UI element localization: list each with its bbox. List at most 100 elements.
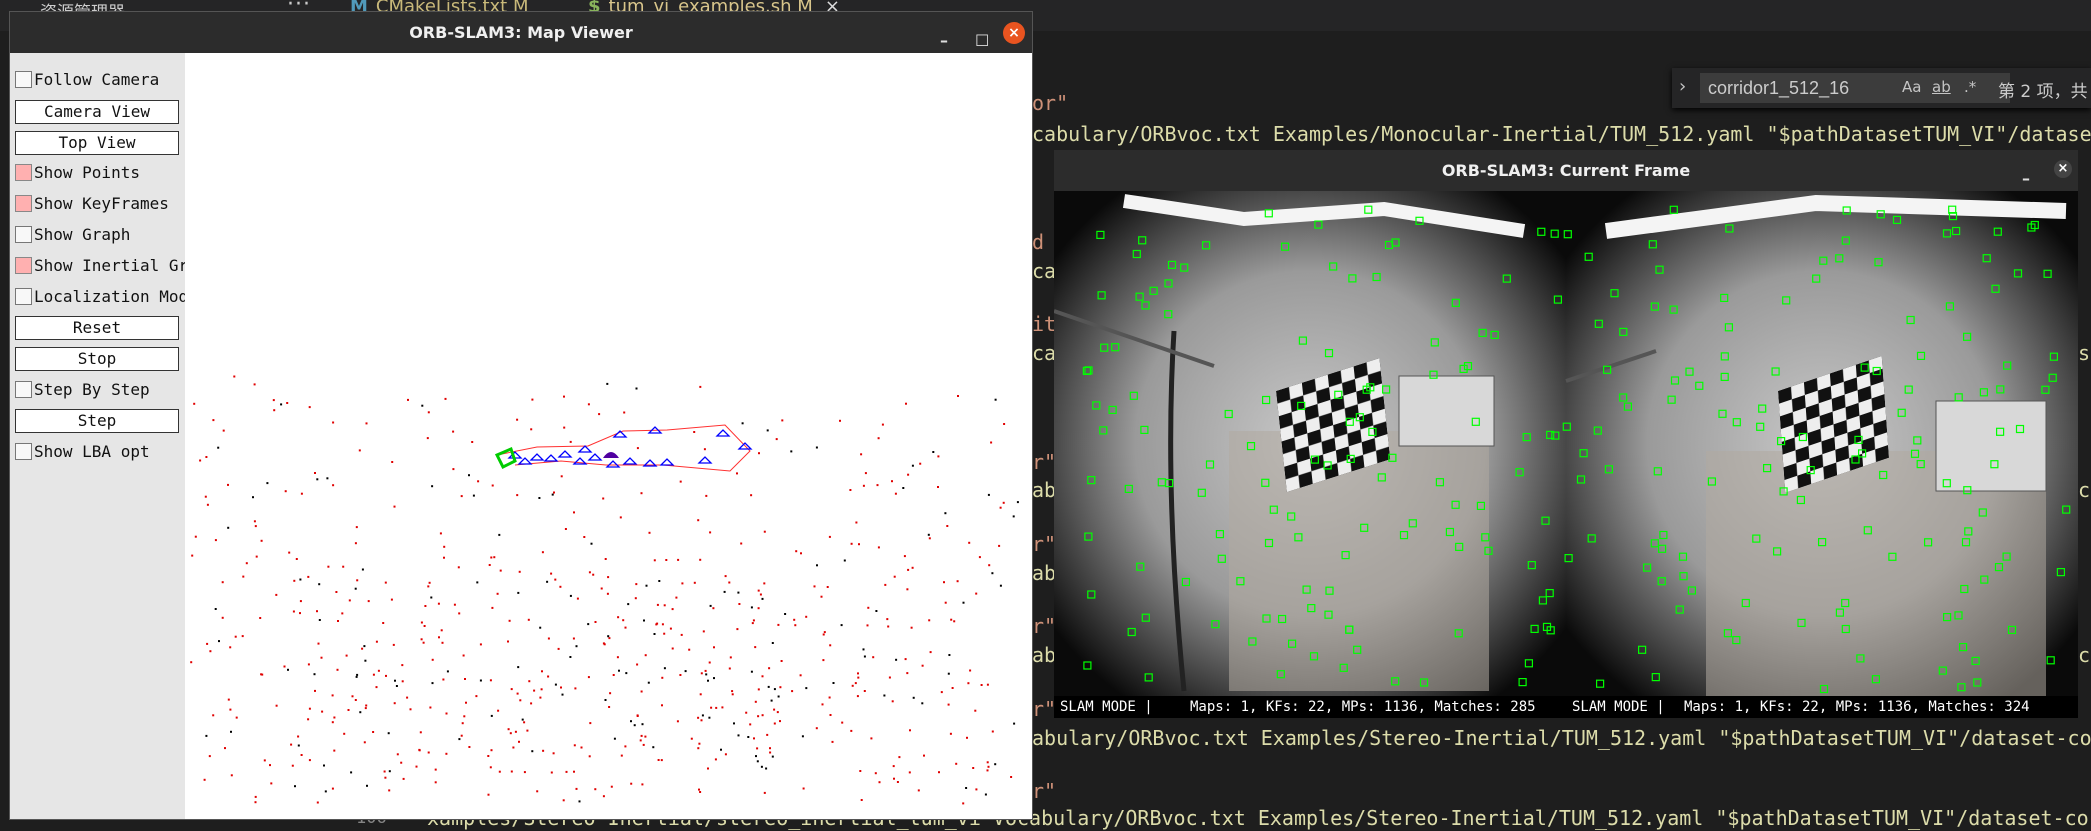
map-3d-view[interactable] xyxy=(185,53,1032,819)
map-point xyxy=(733,722,735,725)
map-point xyxy=(443,556,445,559)
map-point xyxy=(345,654,348,657)
find-widget: › Aa ab .* 第 2 项，共 xyxy=(1672,68,2091,108)
map-point xyxy=(856,695,859,698)
map-point xyxy=(703,448,706,451)
map-point xyxy=(698,788,700,791)
map-point xyxy=(863,655,866,658)
map-point xyxy=(199,459,202,462)
close-icon[interactable]: × xyxy=(1003,22,1025,44)
map-viewer-titlebar[interactable]: ORB-SLAM3: Map Viewer – ☐ × xyxy=(10,12,1032,53)
follow-camera-checkbox[interactable]: Follow Camera xyxy=(15,69,159,91)
map-point xyxy=(864,472,867,475)
map-point xyxy=(390,598,393,601)
map-point xyxy=(295,558,298,560)
map-point xyxy=(342,565,345,568)
map-point xyxy=(978,556,981,559)
close-icon[interactable]: × xyxy=(2054,160,2072,178)
map-point xyxy=(468,474,470,477)
map-point xyxy=(921,702,924,705)
map-point xyxy=(206,642,209,645)
map-point xyxy=(893,575,896,578)
match-case-icon[interactable]: Aa xyxy=(1902,78,1921,96)
map-point xyxy=(600,587,603,590)
map-point xyxy=(253,383,256,386)
map-point xyxy=(539,626,542,629)
match-whole-word-icon[interactable]: ab xyxy=(1932,78,1951,96)
map-point xyxy=(822,633,825,636)
map-point xyxy=(627,603,630,606)
map-point xyxy=(427,751,430,754)
map-point xyxy=(387,732,390,735)
map-point xyxy=(490,714,493,717)
map-point xyxy=(560,475,563,478)
right-camera-image xyxy=(1565,191,2078,696)
code-line: ab xyxy=(1032,561,1057,585)
checkbox-label: Follow Camera xyxy=(34,70,160,89)
show-lba-opt-checkbox[interactable]: Show LBA opt xyxy=(15,441,150,463)
map-point xyxy=(235,716,238,719)
map-point xyxy=(214,608,217,610)
map-point xyxy=(290,743,293,746)
toggle-replace-icon[interactable]: › xyxy=(1679,76,1686,97)
map-point xyxy=(212,714,215,717)
step-button[interactable]: Step xyxy=(15,409,179,433)
map-point xyxy=(434,768,437,771)
keyframe xyxy=(557,450,573,458)
map-point xyxy=(671,608,674,611)
map-point xyxy=(445,752,448,755)
map-point xyxy=(877,546,880,549)
top-view-button[interactable]: Top View xyxy=(15,131,179,155)
reset-button[interactable]: Reset xyxy=(15,316,179,340)
map-point xyxy=(641,723,644,726)
map-point xyxy=(720,748,722,751)
show-points-checkbox[interactable]: Show Points xyxy=(15,162,140,184)
regex-icon[interactable]: .* xyxy=(1964,78,1976,96)
map-point xyxy=(272,399,275,402)
map-point xyxy=(986,683,989,686)
map-point xyxy=(736,628,739,631)
map-point xyxy=(647,681,650,684)
map-point xyxy=(776,711,779,714)
map-point xyxy=(300,754,303,756)
map-point xyxy=(763,582,766,585)
map-point xyxy=(780,660,783,662)
map-point xyxy=(644,735,647,738)
map-point xyxy=(705,673,708,676)
show-graph-checkbox[interactable]: Show Graph xyxy=(15,224,130,246)
map-point xyxy=(841,721,844,724)
map-point xyxy=(990,441,993,444)
map-point xyxy=(805,615,808,618)
map-point xyxy=(947,703,950,706)
map-point xyxy=(205,456,208,458)
current-frame-titlebar[interactable]: ORB-SLAM3: Current Frame – × xyxy=(1054,150,2078,191)
map-point xyxy=(894,492,897,495)
map-point xyxy=(361,647,364,650)
camera-view-button[interactable]: Camera View xyxy=(15,100,179,124)
map-point xyxy=(563,395,565,398)
map-point xyxy=(751,622,754,625)
map-point xyxy=(536,790,539,793)
map-point xyxy=(234,635,237,638)
map-point xyxy=(875,610,878,612)
map-point xyxy=(1013,722,1016,725)
map-point xyxy=(507,728,510,731)
map-point xyxy=(877,437,880,440)
map-point xyxy=(551,493,554,496)
code-line: abulary/ORBvoc.txt Examples/Stereo-Inert… xyxy=(1032,726,2091,750)
map-point xyxy=(902,487,905,489)
map-point xyxy=(337,620,339,622)
map-point xyxy=(923,754,925,757)
map-point xyxy=(944,601,947,604)
localization-mode-checkbox[interactable]: Localization Mode xyxy=(15,286,198,308)
map-point xyxy=(999,506,1002,509)
stop-button[interactable]: Stop xyxy=(15,347,179,371)
map-point xyxy=(452,468,455,471)
show-keyframes-checkbox[interactable]: Show KeyFrames xyxy=(15,193,169,215)
map-point xyxy=(622,619,625,622)
map-point xyxy=(421,404,424,407)
left-camera-image xyxy=(1054,191,1566,696)
checkbox-box xyxy=(15,381,32,398)
map-point xyxy=(294,785,296,788)
step-by-step-checkbox[interactable]: Step By Step xyxy=(15,379,150,401)
